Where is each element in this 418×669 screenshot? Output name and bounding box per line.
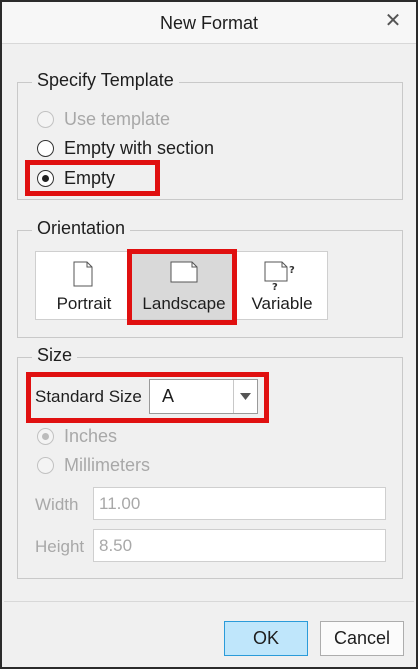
radio-use-template[interactable]: Use template	[37, 109, 170, 130]
standard-size-dropdown[interactable]: A	[149, 379, 258, 414]
landscape-page-icon	[170, 261, 198, 283]
cancel-button[interactable]: Cancel	[320, 621, 404, 656]
radio-millimeters[interactable]: Millimeters	[37, 455, 150, 476]
standard-size-label: Standard Size	[35, 387, 142, 406]
radio-label: Empty	[64, 168, 116, 188]
landscape-label: Landscape	[142, 294, 226, 313]
radio-inches[interactable]: Inches	[37, 426, 117, 447]
radio-button[interactable]	[37, 428, 54, 445]
orientation-legend: Orientation	[32, 218, 131, 239]
dialog-title: New Format	[159, 13, 258, 33]
ok-button[interactable]: OK	[224, 621, 308, 656]
variable-label: Variable	[251, 294, 313, 313]
portrait-button[interactable]: Portrait	[36, 252, 132, 319]
height-label: Height	[35, 537, 85, 556]
landscape-button[interactable]: Landscape	[132, 252, 236, 319]
footer-divider	[4, 601, 414, 602]
variable-page-icon: ? ?	[264, 261, 295, 291]
radio-empty-with-section[interactable]: Empty with section	[37, 138, 214, 159]
radio-label: Inches	[64, 426, 118, 446]
radio-label: Millimeters	[64, 455, 151, 475]
portrait-label: Portrait	[56, 294, 112, 313]
new-format-dialog: New Format ✕ Specify Template Use templa…	[0, 0, 418, 669]
radio-empty[interactable]: Empty	[37, 168, 115, 189]
width-field[interactable]: 11.00	[93, 487, 386, 520]
radio-label: Use template	[64, 109, 171, 129]
radio-button[interactable]	[37, 457, 54, 474]
standard-size-value: A	[162, 386, 175, 406]
svg-text:?: ?	[289, 265, 295, 276]
radio-button[interactable]	[37, 170, 54, 187]
orientation-button-strip: Portrait Landscape ? ? Variable	[35, 251, 328, 320]
radio-button[interactable]	[37, 111, 54, 128]
size-legend: Size	[32, 345, 78, 366]
specify-template-legend: Specify Template	[32, 70, 179, 91]
radio-button[interactable]	[37, 140, 54, 157]
svg-text:?: ?	[272, 282, 278, 291]
radio-label: Empty with section	[64, 138, 215, 158]
height-field[interactable]: 8.50	[93, 529, 386, 562]
variable-button[interactable]: ? ? Variable	[236, 252, 328, 319]
title-bar: New Format ✕	[2, 2, 416, 44]
close-icon[interactable]: ✕	[382, 10, 404, 32]
width-label: Width	[35, 495, 79, 514]
portrait-page-icon	[73, 261, 93, 287]
chevron-down-icon[interactable]	[233, 380, 257, 413]
